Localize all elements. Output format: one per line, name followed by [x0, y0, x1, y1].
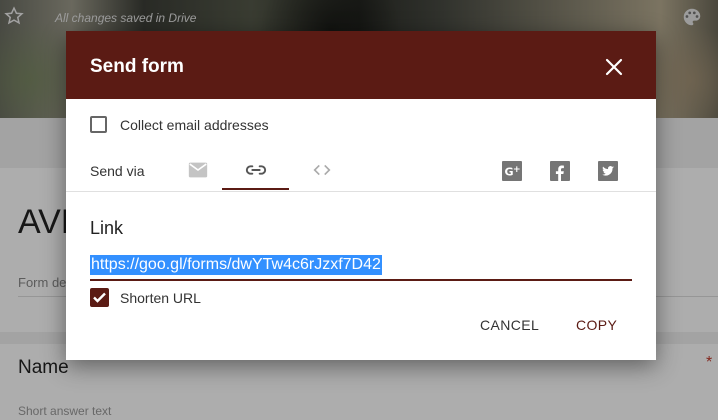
shorten-url-checkbox[interactable]	[90, 288, 109, 307]
twitter-icon[interactable]	[598, 161, 618, 181]
collect-email-checkbox[interactable]	[90, 116, 107, 133]
tab-separator	[66, 191, 656, 192]
embed-icon	[313, 164, 331, 176]
form-url-input[interactable]: https://goo.gl/forms/dwYTw4c6rJzxf7D42	[90, 255, 632, 281]
facebook-icon[interactable]	[550, 161, 570, 181]
collect-email-label: Collect email addresses	[120, 117, 269, 133]
shorten-url-label: Shorten URL	[120, 290, 201, 306]
link-heading: Link	[90, 218, 124, 238]
tab-link[interactable]	[222, 153, 289, 191]
tab-embed[interactable]	[288, 153, 355, 191]
send-via-label: Send via	[90, 163, 145, 179]
close-icon[interactable]	[602, 55, 626, 79]
svg-text:+: +	[513, 165, 521, 175]
email-icon	[188, 162, 208, 178]
form-url-text[interactable]: https://goo.gl/forms/dwYTw4c6rJzxf7D42	[90, 255, 382, 275]
cancel-button[interactable]: CANCEL	[480, 317, 539, 333]
google-plus-icon[interactable]: G +	[502, 161, 522, 181]
send-form-dialog: Send form Collect email addresses Send v…	[66, 31, 656, 360]
checkmark-icon	[93, 292, 106, 303]
dialog-header: Send form	[66, 31, 656, 99]
link-icon	[245, 165, 267, 175]
dialog-title: Send form	[90, 56, 184, 77]
copy-button[interactable]: COPY	[576, 317, 617, 333]
active-tab-indicator	[222, 188, 289, 190]
